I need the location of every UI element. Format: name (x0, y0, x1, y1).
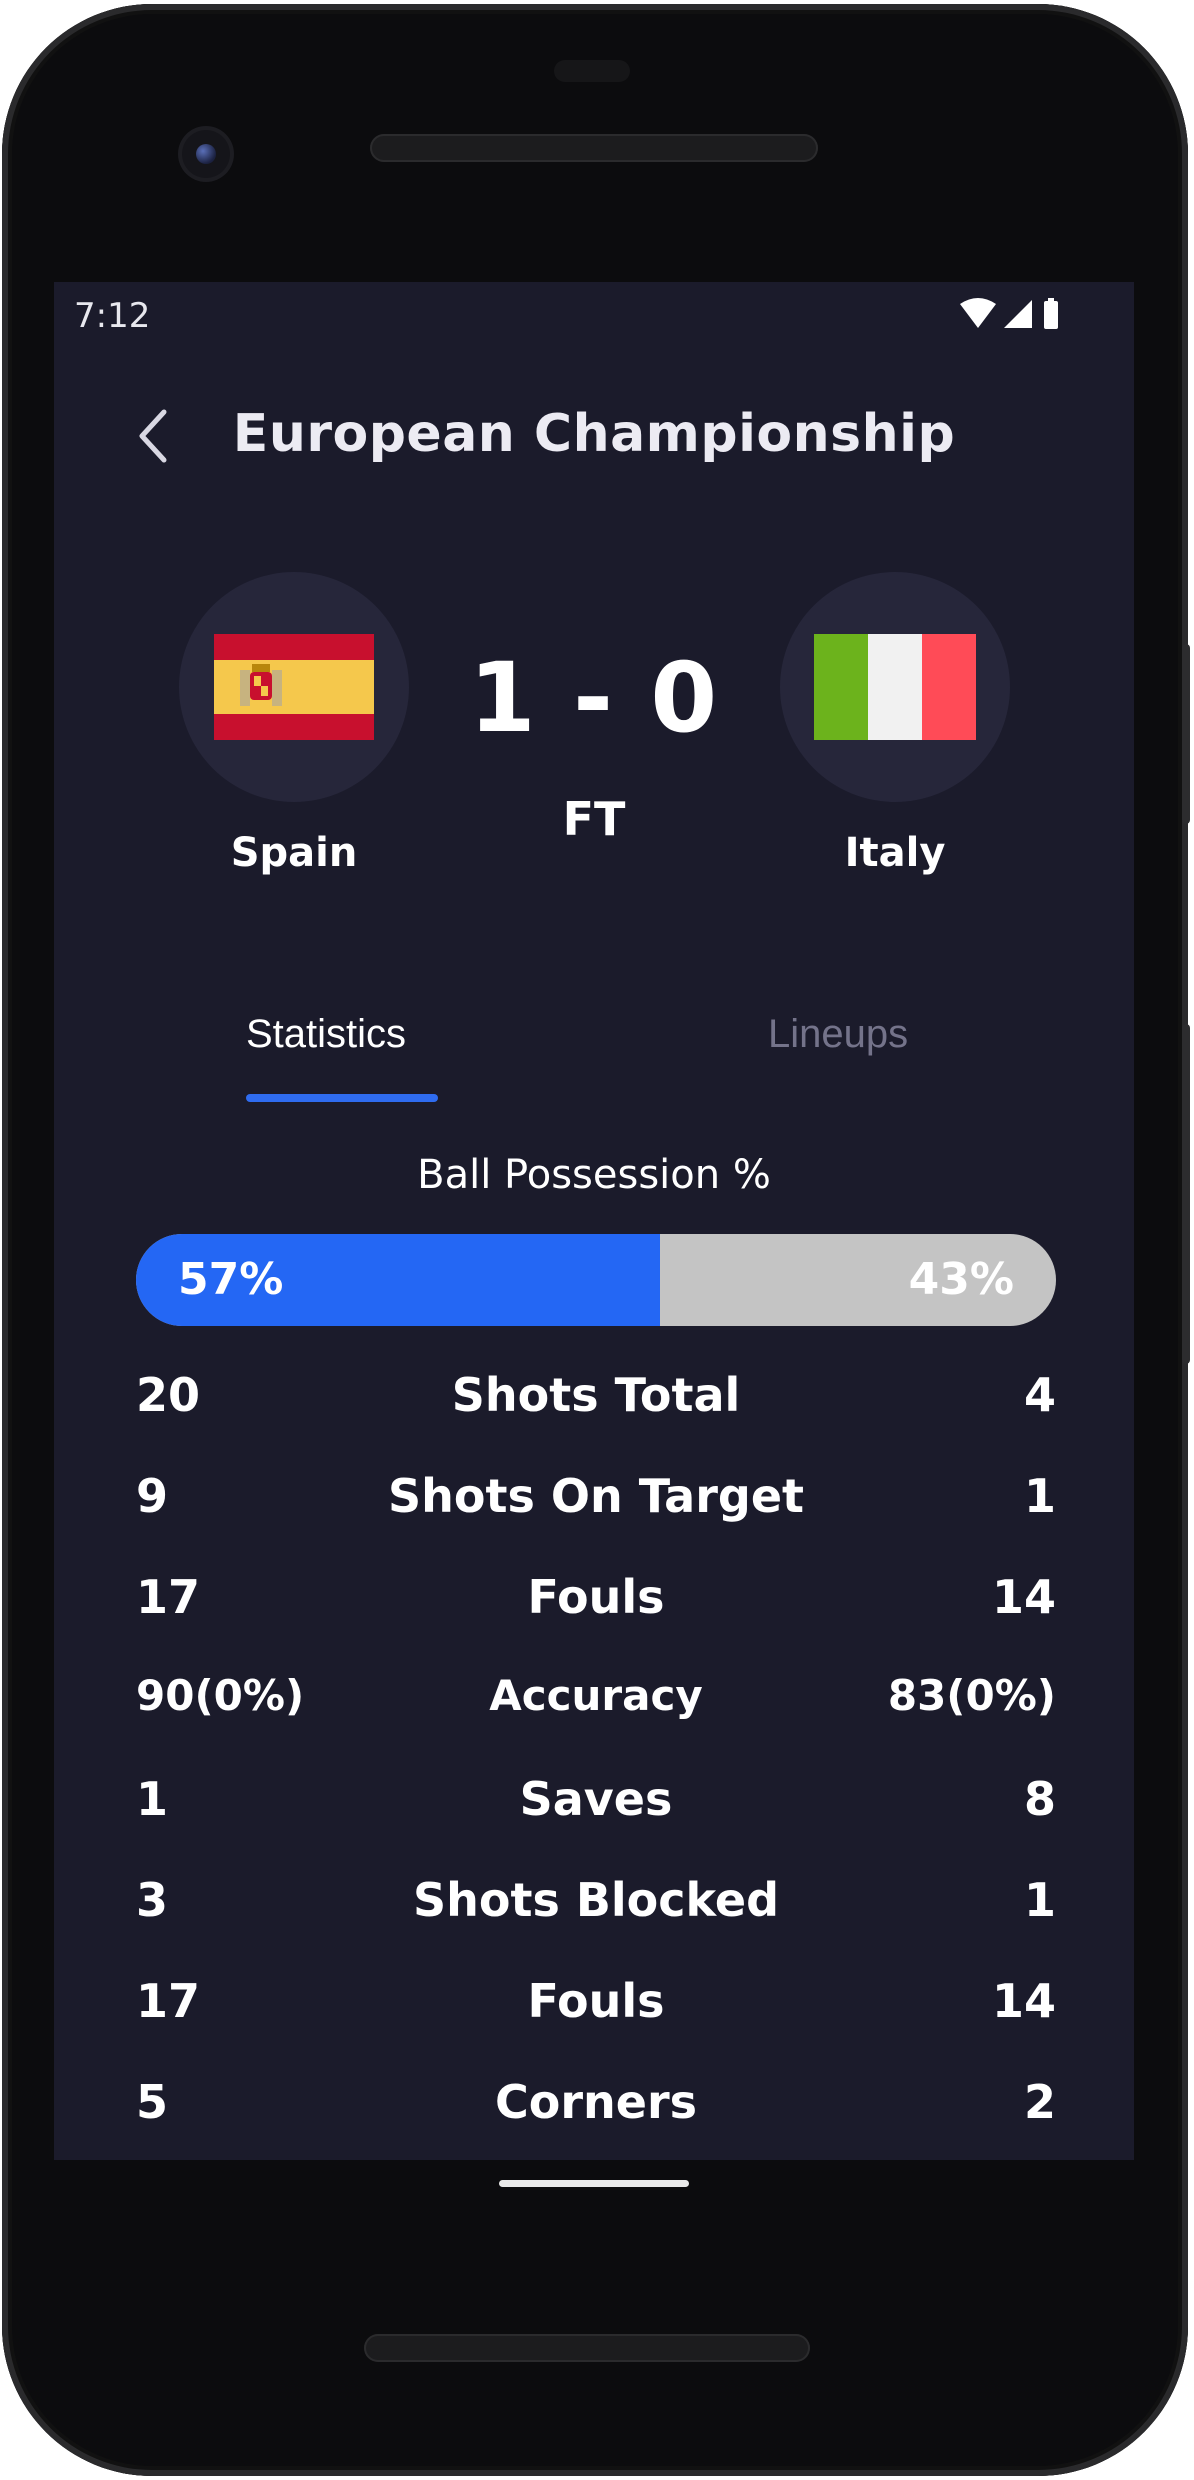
bottom-speaker (364, 2334, 810, 2362)
back-button[interactable] (124, 406, 184, 466)
stat-label: Fouls (527, 1974, 665, 2028)
wifi-icon (960, 298, 996, 328)
proximity-sensor (554, 60, 630, 82)
tab-lineups[interactable]: Lineups (768, 1012, 908, 1057)
stat-label: Shots Blocked (412, 1873, 780, 1927)
italy-flag-icon (814, 634, 976, 740)
stats-list: 20 Shots Total 4 9 Shots On Target 1 17 … (136, 1346, 1056, 2154)
coat-of-arms-icon (240, 664, 282, 706)
phone-frame: 7:12 European Championship Spain 1 - 0 F… (2, 4, 1190, 2476)
signal-icon (1004, 300, 1032, 328)
stat-label: Fouls (527, 1570, 665, 1624)
stat-label: Saves (519, 1772, 673, 1826)
stat-row: 9 Shots On Target 1 (136, 1447, 1056, 1548)
stat-label: Corners (494, 2075, 698, 2129)
stat-label: Shots Total (451, 1368, 741, 1422)
stat-away-value: 1 (1023, 1469, 1056, 1523)
stat-row: 5 Corners 2 (136, 2053, 1056, 2154)
home-gesture-bar[interactable] (499, 2180, 689, 2187)
home-team-name: Spain (230, 830, 358, 876)
power-button (1182, 644, 1190, 824)
stat-row: 3 Shots Blocked 1 (136, 1851, 1056, 1952)
earpiece-speaker (370, 134, 818, 162)
stat-label: Shots On Target (387, 1469, 805, 1523)
stat-row: 90(0%) Accuracy 83(0%) (136, 1649, 1056, 1750)
stat-away-value: 4 (1023, 1368, 1056, 1422)
stat-away-value: 14 (991, 1974, 1056, 2028)
away-team-name: Italy (844, 830, 946, 876)
tab-indicator (246, 1094, 438, 1102)
battery-icon (1044, 298, 1058, 329)
stat-row: 17 Fouls 14 (136, 1548, 1056, 1649)
home-flag-container (179, 572, 409, 802)
stat-away-value: 83(0%) (887, 1671, 1056, 1720)
front-camera (182, 130, 230, 178)
stat-row: 20 Shots Total 4 (136, 1346, 1056, 1447)
status-icons (960, 298, 1058, 329)
tab-bar: Statistics Lineups (54, 1012, 1134, 1112)
tab-statistics[interactable]: Statistics (246, 1012, 406, 1057)
volume-button (1182, 1024, 1190, 1364)
match-score: 1 - 0 (468, 642, 720, 754)
app-header: European Championship (54, 392, 1134, 482)
possession-away-label: 43% (908, 1254, 1014, 1305)
possession-bar: 57% 43% (136, 1234, 1056, 1326)
away-team[interactable]: Italy (780, 572, 1010, 876)
page-title: European Championship (232, 404, 956, 464)
status-bar: 7:12 (54, 282, 1134, 346)
home-team[interactable]: Spain (179, 572, 409, 876)
stat-away-value: 1 (1023, 1873, 1056, 1927)
chevron-left-icon (139, 409, 167, 463)
stat-away-value: 8 (1023, 1772, 1056, 1826)
possession-home-label: 57% (178, 1254, 284, 1305)
stat-row: 17 Fouls 14 (136, 1952, 1056, 2053)
app-screen: 7:12 European Championship Spain 1 - 0 F… (54, 282, 1134, 2160)
status-time: 7:12 (74, 296, 151, 336)
away-flag-container (780, 572, 1010, 802)
possession-title: Ball Possession % (417, 1152, 771, 1198)
stat-away-value: 14 (991, 1570, 1056, 1624)
stat-away-value: 2 (1023, 2075, 1056, 2129)
match-status: FT (562, 792, 626, 846)
stat-row: 1 Saves 8 (136, 1750, 1056, 1851)
spain-flag-icon (214, 634, 374, 740)
